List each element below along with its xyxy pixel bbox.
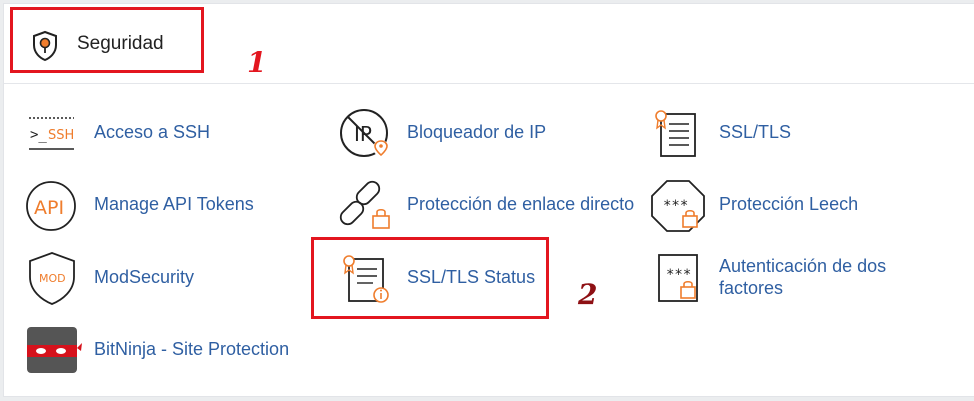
item-label[interactable]: Bloqueador de IP [407, 121, 546, 143]
item-label[interactable]: Protección Leech [719, 193, 858, 215]
highlight-box-2 [311, 237, 549, 319]
highlight-box-1 [10, 7, 204, 73]
item-ip-blocker[interactable]: IP Bloqueador de IP [337, 104, 617, 164]
annotation-number-1: 1 [247, 46, 267, 79]
item-label[interactable]: SSL/TLS [719, 121, 791, 143]
ip-blocker-icon: IP [340, 109, 389, 157]
ssh-terminal-icon: >_ SSH [29, 117, 74, 150]
svg-text:***: *** [666, 267, 691, 283]
leech-octagon-icon: *** [651, 180, 705, 232]
item-two-factor-auth[interactable]: *** Autenticación de dos factores [649, 249, 909, 309]
item-ssl-tls[interactable]: SSL/TLS [649, 104, 849, 164]
bitninja-icon [27, 327, 82, 373]
svg-text:API: API [34, 197, 64, 219]
svg-text:>_: >_ [30, 127, 47, 143]
item-label[interactable]: ModSecurity [94, 266, 194, 288]
item-label[interactable]: BitNinja - Site Protection [94, 338, 289, 360]
broken-link-lock-icon [339, 180, 390, 229]
two-factor-icon: *** [658, 254, 698, 302]
item-ssh-access[interactable]: >_ SSH Acceso a SSH [24, 104, 284, 164]
annotation-number-2: 2 [578, 278, 598, 311]
item-leech-protection[interactable]: *** Protección Leech [649, 176, 889, 236]
certificate-icon [655, 110, 696, 157]
mod-shield-icon: MOD [29, 252, 75, 305]
item-label[interactable]: Acceso a SSH [94, 121, 210, 143]
svg-text:MOD: MOD [39, 272, 66, 285]
item-hotlink-protection[interactable]: Protección de enlace directo [337, 176, 657, 236]
item-label[interactable]: Autenticación de dos factores [719, 255, 919, 299]
svg-text:IP: IP [354, 122, 372, 146]
svg-text:SSH: SSH [48, 128, 74, 143]
item-label[interactable]: Protección de enlace directo [407, 193, 634, 215]
item-modsecurity[interactable]: MOD ModSecurity [24, 249, 284, 309]
svg-text:***: *** [663, 198, 688, 214]
item-api-tokens[interactable]: API Manage API Tokens [24, 176, 284, 236]
api-icon: API [26, 181, 76, 231]
item-label[interactable]: Manage API Tokens [94, 193, 254, 215]
item-bitninja[interactable]: BitNinja - Site Protection [24, 321, 324, 381]
